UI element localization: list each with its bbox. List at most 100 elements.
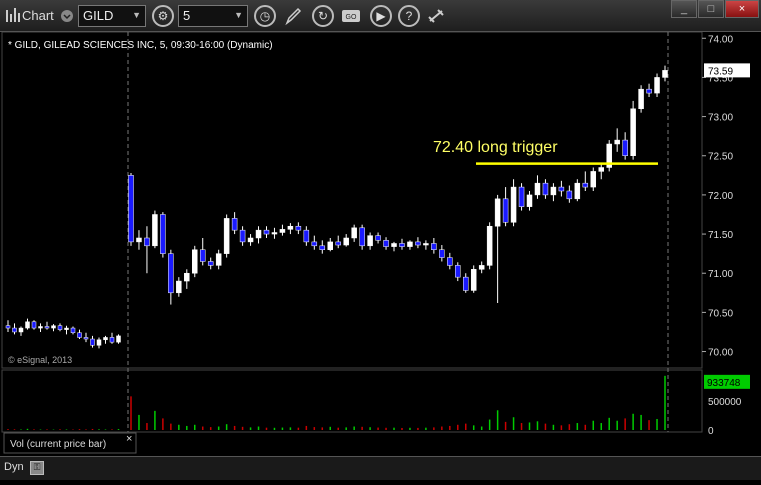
candle-body xyxy=(311,241,318,247)
candle-body xyxy=(239,229,246,243)
candle-body xyxy=(327,241,334,250)
candle-body xyxy=(168,253,174,294)
settings-icon[interactable]: ⚙ xyxy=(152,5,174,27)
candle-body xyxy=(367,235,373,247)
candle-body xyxy=(574,182,581,200)
candles xyxy=(5,65,668,349)
candle-body xyxy=(295,225,302,231)
candle-body xyxy=(279,229,286,233)
candle-body xyxy=(319,245,326,250)
price-tick-label: 70.50 xyxy=(708,308,733,319)
refresh-icon[interactable]: ↻ xyxy=(312,5,334,27)
candle-body xyxy=(247,237,254,243)
link-icon[interactable] xyxy=(426,5,446,27)
candle-body xyxy=(638,88,644,110)
play-icon[interactable]: ▶ xyxy=(370,5,392,27)
candle-body xyxy=(455,265,461,278)
chart-toolbar: Chart GILD ▼ ⚙ 5 ▼ ◷ ↻ GO ▶ ? _ □ × xyxy=(0,0,761,32)
price-tick-label: 71.50 xyxy=(708,230,733,241)
candle-body xyxy=(558,186,565,192)
chart-icon xyxy=(4,5,22,27)
candle-body xyxy=(303,229,310,243)
copyright-text: © eSignal, 2013 xyxy=(8,355,72,365)
candle-body xyxy=(439,249,445,258)
price-axis: 74.0073.5073.0072.5072.0071.5071.0070.50… xyxy=(702,34,750,359)
price-chart[interactable]: 5000000933748 74.0073.5073.0072.5072.007… xyxy=(0,31,761,480)
candle-body xyxy=(128,175,134,243)
candle-body xyxy=(534,182,541,196)
volume-label: Vol (current price bar) xyxy=(10,439,106,450)
candle-body xyxy=(407,241,413,247)
candle-body xyxy=(447,257,453,266)
lock-icon[interactable]: ⚿ xyxy=(30,461,44,475)
candle-body xyxy=(44,326,50,329)
price-tick-label: 72.00 xyxy=(708,191,733,202)
candle-body xyxy=(215,253,222,266)
candle-body xyxy=(494,198,501,227)
close-button[interactable]: × xyxy=(725,0,759,18)
candle-body xyxy=(83,337,89,340)
candle-body xyxy=(431,243,437,250)
volume-bars: 500000 0 933748 xyxy=(7,374,750,437)
candle-body xyxy=(51,325,56,329)
close-icon[interactable]: × xyxy=(126,433,132,445)
bottom-bar: Dyn ⚿ xyxy=(0,456,761,480)
price-panel-frame xyxy=(1,31,703,369)
chart-title: * GILD, GILEAD SCIENCES INC, 5, 09:30-16… xyxy=(8,40,273,51)
candle-body xyxy=(31,321,37,329)
candle-body xyxy=(351,227,357,239)
candle-body xyxy=(116,335,121,343)
candle-body xyxy=(96,339,102,346)
candle-body xyxy=(590,171,597,188)
candle-body xyxy=(542,182,549,196)
candle-body xyxy=(423,243,429,246)
candle-body xyxy=(207,261,214,266)
candle-body xyxy=(399,243,405,247)
volume-tick-label: 0 xyxy=(708,426,714,437)
candle-body xyxy=(103,337,108,341)
candle-body xyxy=(223,218,230,254)
clock-icon[interactable]: ◷ xyxy=(254,5,276,27)
candle-body xyxy=(12,327,17,333)
candle-body xyxy=(415,241,421,246)
symbol-input[interactable]: GILD ▼ xyxy=(78,5,146,27)
candle-body xyxy=(550,186,557,196)
candle-body xyxy=(176,280,182,294)
chevron-down-icon: ▼ xyxy=(132,10,141,20)
candle-body xyxy=(383,240,389,247)
candle-body xyxy=(375,235,381,241)
help-icon[interactable]: ? xyxy=(398,5,420,27)
candle-body xyxy=(192,249,198,274)
grid xyxy=(127,32,669,432)
candle-body xyxy=(271,232,278,235)
candle-body xyxy=(598,167,604,172)
chart-area[interactable]: 500000 0 933748 74.00 73.50 73.00 72.50 72.00 7… xyxy=(0,31,761,480)
candle-body xyxy=(136,237,142,243)
dropdown-arrow-icon[interactable] xyxy=(60,5,74,27)
candle-body xyxy=(526,194,533,207)
candle-body xyxy=(510,186,517,223)
candle-body xyxy=(654,77,660,94)
candle-body xyxy=(57,325,63,330)
candle-body xyxy=(255,229,262,239)
candle-body xyxy=(77,332,82,338)
interval-value: 5 xyxy=(183,8,191,23)
candle-body xyxy=(160,214,166,254)
symbol-value: GILD xyxy=(83,8,114,23)
candle-body xyxy=(662,70,668,78)
interval-select[interactable]: 5 ▼ xyxy=(178,5,248,27)
maximize-button[interactable]: □ xyxy=(698,0,724,18)
dyn-label[interactable]: Dyn xyxy=(4,461,24,473)
pencil-icon[interactable] xyxy=(284,5,302,27)
candle-body xyxy=(462,276,469,291)
candle-body xyxy=(622,139,628,156)
candle-body xyxy=(64,327,69,330)
cursor-icon[interactable]: GO xyxy=(340,5,362,27)
candle-body xyxy=(152,214,158,247)
price-tick-label: 71.00 xyxy=(708,269,733,280)
candle-body xyxy=(184,272,190,282)
minimize-button[interactable]: _ xyxy=(671,0,697,18)
candle-body xyxy=(343,237,349,246)
last-price-label: 73.59 xyxy=(708,66,733,77)
candle-body xyxy=(646,88,652,94)
